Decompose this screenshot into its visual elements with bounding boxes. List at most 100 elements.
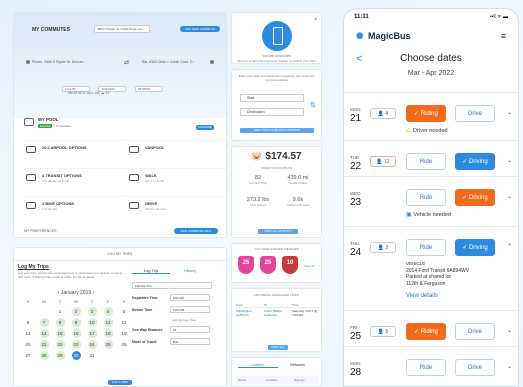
app-logo: ✺ MagicBus bbox=[356, 31, 411, 41]
ride-button[interactable]: Ride bbox=[406, 153, 446, 170]
weather-temp: 44° bbox=[105, 91, 111, 95]
calendar-day[interactable]: 27 bbox=[20, 351, 36, 360]
ride-to: Union Station, California bbox=[264, 309, 283, 317]
ride-button[interactable]: Ride bbox=[406, 189, 446, 206]
tab-log-trip[interactable]: Log Trip bbox=[132, 268, 170, 274]
calendar-day[interactable]: 3 bbox=[84, 307, 100, 316]
calendar-day[interactable]: 21 bbox=[36, 340, 52, 349]
drive-button[interactable]: ✓ Driving bbox=[455, 189, 495, 206]
next-month-icon[interactable]: › bbox=[93, 290, 95, 296]
chevron-down-icon[interactable]: ⌄ bbox=[507, 157, 512, 164]
calendar-day[interactable]: 22 bbox=[52, 340, 68, 349]
transit-option[interactable]: 4 TRANSIT OPTIONS 2 hr 46 min on it min bbox=[24, 168, 124, 188]
day-number: 25 bbox=[350, 331, 362, 342]
add-commute-button[interactable]: ADD NEW COMMUTE bbox=[180, 26, 220, 32]
calendar-day[interactable]: 12 bbox=[116, 318, 132, 327]
calendar-day[interactable]: 28 bbox=[36, 351, 52, 360]
calendar-day[interactable]: 18 bbox=[100, 329, 116, 338]
drive-button[interactable]: Drive bbox=[455, 323, 495, 340]
distance-input[interactable]: 19 bbox=[170, 326, 210, 333]
tab-networks[interactable]: Networks bbox=[278, 363, 318, 367]
time-select[interactable]: 06:47PM bbox=[134, 86, 163, 92]
start-input[interactable]: Start bbox=[240, 94, 304, 102]
tab-leaders[interactable]: Leaders bbox=[237, 363, 278, 368]
drive-button[interactable]: Drive bbox=[455, 105, 495, 122]
pool-tag-text: 2 members bbox=[56, 124, 72, 128]
calendar-day[interactable]: 11 bbox=[100, 318, 116, 327]
calendar-day[interactable]: 7 bbox=[36, 318, 52, 327]
walk-option[interactable]: WALK 6 hr 1 m 5 min bbox=[127, 168, 226, 188]
swap-icon[interactable]: ⇅ bbox=[310, 101, 316, 109]
calendar-day[interactable]: 20 bbox=[20, 340, 36, 349]
drive-button[interactable]: ✓ Driving bbox=[455, 153, 495, 170]
chevron-down-icon[interactable]: ⌄ bbox=[507, 327, 512, 334]
calendar-day[interactable]: 2 bbox=[68, 307, 84, 316]
badge-1[interactable]: 25 bbox=[238, 256, 254, 274]
commute-select[interactable]: 4800 N Ryder St / 6300 Drive, Ca... bbox=[94, 25, 150, 33]
app-name: MagicBus bbox=[368, 31, 411, 41]
manage-pool-button[interactable]: MANAGE bbox=[196, 125, 214, 130]
calendar-day[interactable]: 25 bbox=[100, 340, 116, 349]
calendar-day[interactable]: 26 bbox=[116, 340, 132, 349]
calendar-day[interactable]: 10 bbox=[84, 318, 100, 327]
calendar-day[interactable]: 19 bbox=[116, 329, 132, 338]
calendar-day[interactable]: 29 bbox=[52, 351, 68, 360]
drive-button[interactable]: ✓ Driving bbox=[455, 239, 495, 256]
view-details-link[interactable]: View details bbox=[406, 293, 438, 299]
view-all-rides-button[interactable]: VIEW ALL bbox=[268, 345, 288, 350]
drive-option[interactable]: DRIVE 49 min | 11 min bbox=[127, 196, 226, 216]
tab-history[interactable]: History bbox=[171, 268, 209, 273]
view-activity-button[interactable]: VIEW ALL ACTIVITY bbox=[258, 229, 298, 234]
destination-input[interactable]: Destination bbox=[240, 108, 304, 116]
return-time-input[interactable]: 5:00 PM bbox=[170, 306, 210, 313]
option-sub: 49 min | 11 min bbox=[145, 207, 166, 211]
vanpool-option[interactable]: VANPOOL bbox=[127, 140, 226, 160]
drive-button[interactable]: Drive bbox=[455, 359, 495, 376]
add-commute-info-button[interactable]: ADD COMMUTE INFO bbox=[174, 228, 218, 234]
badge-2[interactable]: 25 bbox=[260, 256, 276, 274]
calendar-day[interactable]: 16 bbox=[68, 329, 84, 338]
calendar-day[interactable]: 6 bbox=[20, 318, 36, 327]
calendar-day[interactable]: 4 bbox=[100, 307, 116, 316]
calendar-day[interactable]: 5 bbox=[116, 307, 132, 316]
see-commute-options-button[interactable]: SEE YOUR COMMUTE OPTIONS bbox=[240, 128, 314, 133]
ride-button[interactable]: ✓ Riding bbox=[406, 323, 446, 340]
form-row: Return Time 5:00 PM bbox=[132, 306, 214, 315]
add-trip-link[interactable]: Add trip from Pool bbox=[172, 318, 196, 322]
log-trip-button[interactable]: LOG A TRIP bbox=[108, 380, 132, 385]
chevron-down-icon[interactable]: ⌄ bbox=[507, 193, 512, 200]
view-all-badges-link[interactable]: View all bbox=[304, 264, 314, 268]
calendar-day[interactable]: 9 bbox=[68, 318, 84, 327]
ride-button[interactable]: Ride bbox=[406, 239, 446, 256]
ride-button[interactable]: ✓ Riding bbox=[406, 105, 446, 122]
bike-option[interactable]: 2 BIKE OPTIONS 1 hr 24 min bbox=[24, 196, 124, 216]
add-row: Add trip from Pool bbox=[132, 318, 214, 323]
badge-3[interactable]: 10 bbox=[282, 256, 298, 274]
destination-text[interactable]: Rai, 6300 Drive c Creek Grad, D... bbox=[142, 60, 195, 64]
carpool-option[interactable]: 20 CARPOOL OPTIONS bbox=[24, 140, 124, 160]
chevron-down-icon[interactable]: ⌄ bbox=[507, 363, 512, 370]
menu-icon[interactable]: ≡ bbox=[501, 31, 506, 41]
close-icon[interactable]: × bbox=[314, 17, 317, 23]
calendar-day[interactable]: 23 bbox=[68, 340, 84, 349]
route-row: Phoen, 2300 S Ryder St, Denver... ⇄ Rai,… bbox=[24, 58, 224, 68]
swap-icon[interactable]: ⇄ bbox=[124, 59, 129, 66]
calendar-day[interactable]: 17 bbox=[84, 329, 100, 338]
chevron-down-icon[interactable]: ⌄ bbox=[507, 109, 512, 116]
origin-text[interactable]: Phoen, 2300 S Ryder St, Denver... bbox=[32, 60, 86, 64]
calendar-day[interactable]: 30 bbox=[68, 351, 84, 360]
mode-select[interactable]: Bus bbox=[170, 338, 210, 345]
calendar-day[interactable]: 15 bbox=[52, 329, 68, 338]
calendar-day[interactable]: 13 bbox=[20, 329, 36, 338]
preferences-select[interactable]: MY PREFERENCES bbox=[24, 229, 56, 233]
calendar-day[interactable]: 31 bbox=[84, 351, 100, 360]
calendar-day[interactable]: 1 bbox=[52, 307, 68, 316]
calendar-day[interactable]: 24 bbox=[84, 340, 100, 349]
departure-time-input[interactable]: 8:00 AM bbox=[170, 294, 210, 301]
calendar-day[interactable]: 8 bbox=[52, 318, 68, 327]
favorite-trip-select[interactable]: Favorite Trip bbox=[132, 282, 212, 289]
ride-button[interactable]: Ride bbox=[406, 359, 446, 376]
chevron-up-icon[interactable]: ⌃ bbox=[507, 243, 512, 250]
ride-row[interactable]: Washington, California Union Station, Cal… bbox=[236, 309, 319, 317]
calendar-day[interactable]: 14 bbox=[36, 329, 52, 338]
